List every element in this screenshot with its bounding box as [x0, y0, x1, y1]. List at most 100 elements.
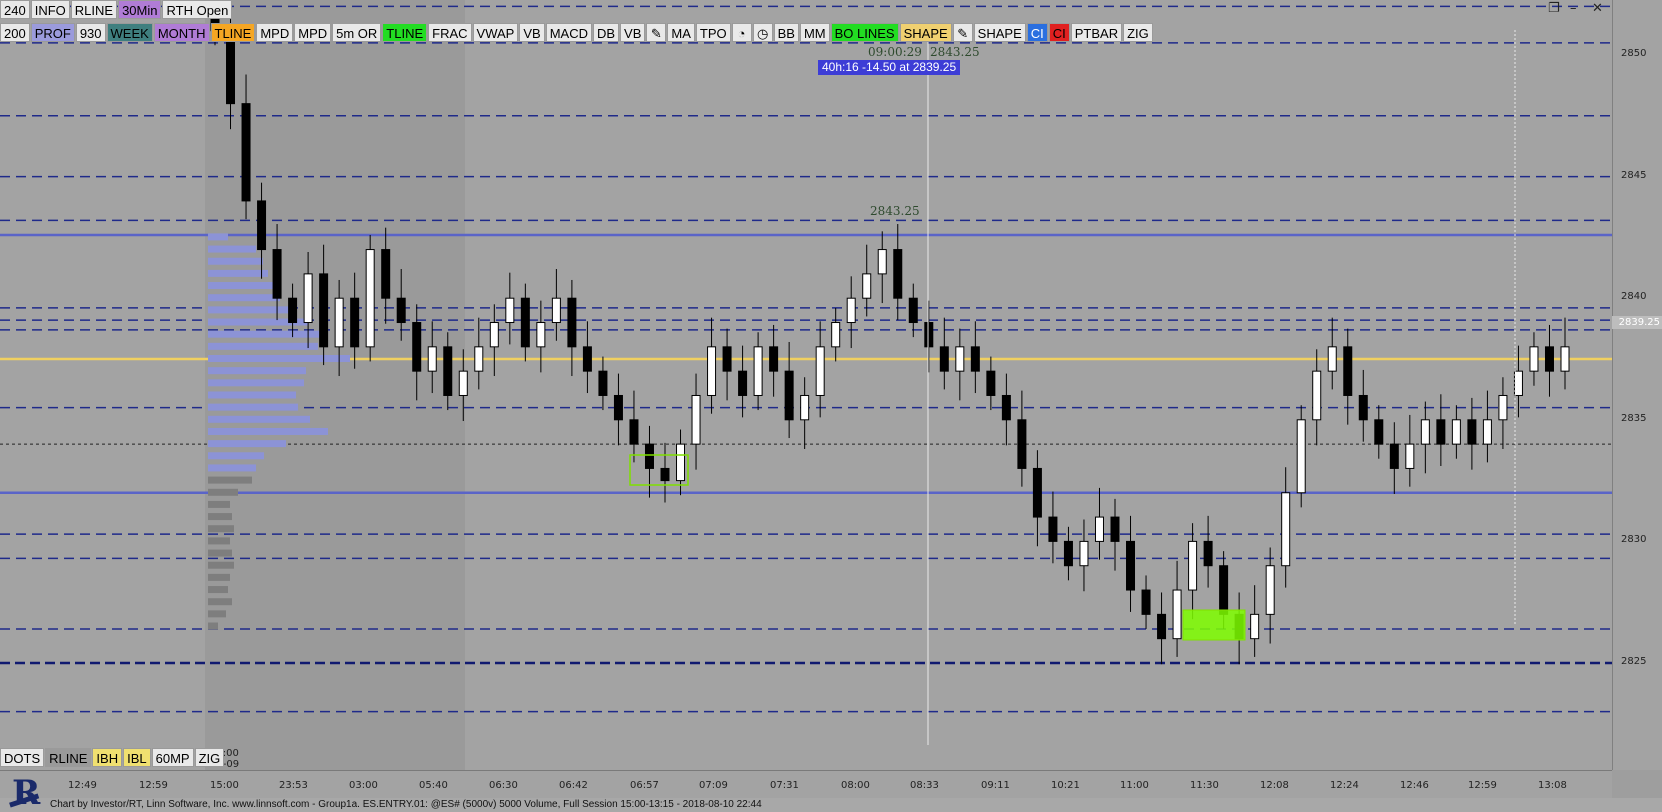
- study-ibh-button[interactable]: IBH: [92, 748, 123, 767]
- top-rline-button[interactable]: RLINE: [70, 0, 118, 19]
- tool-vb-button[interactable]: VB: [519, 23, 545, 42]
- candle-body: [443, 346, 453, 396]
- pencil-icon[interactable]: ✎: [952, 23, 973, 42]
- tool-tline-button[interactable]: TLINE: [382, 23, 428, 42]
- tool-month-button[interactable]: MONTH: [153, 23, 210, 42]
- tool-5m-or-button[interactable]: 5m OR: [332, 23, 382, 42]
- tool-prof-button[interactable]: PROF: [30, 23, 75, 42]
- time-tick-label: 12:49: [68, 780, 97, 791]
- price-tick-label: 2850: [1621, 48, 1647, 59]
- toolbar-bottom: DOTS RLINE IBH IBL 60MP ZIG: [0, 748, 225, 768]
- time-axis[interactable]: 12:49 12:59 15:00 23:53 03:00 05:40 06:30 06:42…: [0, 770, 1612, 799]
- time-tick-label: 09:11: [981, 780, 1010, 791]
- tool-tpo-button[interactable]: TPO: [695, 23, 731, 42]
- candle-body: [738, 370, 748, 396]
- candle-body: [381, 249, 391, 299]
- candle-body: [1172, 589, 1182, 640]
- profile-bar: [208, 257, 263, 265]
- chart-plot-area[interactable]: 09:00:29 2843.25 2843.25 40h:16 -14.50 a…: [0, 0, 1612, 770]
- restore-icon[interactable]: ❐: [1548, 1, 1560, 16]
- profile-bar: [208, 622, 218, 630]
- study-zig-button[interactable]: ZIG: [194, 748, 225, 767]
- tool-mm-button[interactable]: MM: [799, 23, 830, 42]
- footer-bar: Chart by Investor/RT, Linn Software, Inc…: [0, 798, 1662, 812]
- candle-body: [846, 297, 856, 324]
- tool-mpd-button[interactable]: MPD: [256, 23, 294, 42]
- time-tick-label: 06:57: [630, 780, 659, 791]
- profile-bar: [208, 610, 226, 618]
- circle-icon[interactable]: ◔: [731, 23, 752, 42]
- tool-ptbar-button[interactable]: PTBAR: [1070, 23, 1123, 42]
- tool-ci-button[interactable]: CI: [1048, 23, 1070, 42]
- top-240-button[interactable]: 240: [0, 0, 30, 19]
- tool-week-button[interactable]: WEEK: [106, 23, 153, 42]
- candle-body: [613, 394, 623, 421]
- time-tick-label: 15:00: [210, 780, 239, 791]
- tool-ma-button[interactable]: MA: [667, 23, 695, 42]
- candle-body: [1405, 443, 1415, 469]
- profile-bar: [208, 294, 280, 302]
- tool-bb-button[interactable]: BB: [773, 23, 799, 42]
- tool-vwap-button[interactable]: VWAP: [472, 23, 519, 42]
- candle-body: [1203, 540, 1213, 567]
- candle-body: [924, 322, 934, 348]
- minimize-icon[interactable]: –: [1570, 1, 1577, 16]
- close-icon[interactable]: ✕: [1592, 1, 1603, 16]
- toolbar-main: 200 PROF 930 WEEK MONTH TLINE MPD MPD 5m OR TLINE…: [0, 23, 1154, 43]
- candle-body: [877, 249, 887, 275]
- pencil-icon[interactable]: ✎: [646, 23, 667, 42]
- tool-db-button[interactable]: DB: [592, 23, 620, 42]
- study-dots-button[interactable]: DOTS: [0, 748, 45, 767]
- candle-body: [800, 394, 810, 421]
- tool-mpd-button[interactable]: MPD: [294, 23, 332, 42]
- profile-bar: [208, 233, 228, 241]
- study-rline-button[interactable]: RLINE: [45, 748, 92, 767]
- time-tick-label: 07:31: [770, 780, 799, 791]
- tool-shape-button[interactable]: SHAPE: [899, 23, 952, 42]
- price-tick-label: 2845: [1621, 169, 1647, 181]
- tool-macd-button[interactable]: MACD: [545, 23, 592, 42]
- study-60mp-button[interactable]: 60MP: [151, 748, 194, 767]
- tool-frac-button[interactable]: FRAC: [428, 23, 472, 42]
- profile-bar: [208, 403, 298, 411]
- clock-icon[interactable]: ◷: [752, 23, 773, 42]
- candle-body: [1032, 467, 1042, 518]
- time-tick-label: 12:46: [1400, 780, 1429, 791]
- tool-shape-button[interactable]: SHAPE: [973, 23, 1026, 42]
- tool-tline-button[interactable]: TLINE: [210, 23, 256, 42]
- study-ibl-button[interactable]: IBL: [123, 748, 151, 767]
- tool-200-button[interactable]: 200: [0, 23, 30, 42]
- profile-bar: [208, 415, 310, 423]
- candle-body: [1126, 540, 1136, 591]
- candle-body: [1389, 443, 1399, 469]
- tool-zig-button[interactable]: ZIG: [1123, 23, 1153, 42]
- candle-body: [288, 297, 298, 324]
- candle-body: [1296, 419, 1306, 494]
- candle-body: [676, 443, 686, 482]
- time-tick-label: 05:40: [419, 780, 448, 791]
- tool-vb-button[interactable]: VB: [620, 23, 646, 42]
- time-tick-label: 12:59: [139, 780, 168, 791]
- profile-bar: [208, 598, 232, 606]
- candle-body: [412, 322, 422, 372]
- candlestick-chart[interactable]: [0, 0, 1612, 770]
- toolbar-top: 240 INFO RLINE 30Min RTH Open: [0, 0, 233, 20]
- top-30min-button[interactable]: 30Min: [118, 0, 162, 19]
- price-tick-label: 2835: [1621, 412, 1647, 424]
- candle-body: [1157, 613, 1167, 640]
- top-info-button[interactable]: INFO: [30, 0, 70, 19]
- candle-body: [1560, 346, 1570, 372]
- candle-body: [319, 273, 329, 348]
- tool-ci-button[interactable]: CI: [1026, 23, 1048, 42]
- tool-bo-lines-button[interactable]: BO LINES: [830, 23, 899, 42]
- time-tick-label: 10:21: [1051, 780, 1080, 791]
- candle-body: [1017, 419, 1027, 469]
- candle-body: [1358, 394, 1368, 421]
- profile-bar: [208, 306, 296, 314]
- top-rth-open-button[interactable]: RTH Open: [162, 0, 233, 19]
- profile-bar: [208, 367, 306, 375]
- high-price-label: 2843.25: [870, 204, 920, 218]
- candle-body: [1063, 540, 1073, 567]
- tool-930-button[interactable]: 930: [75, 23, 106, 42]
- price-axis[interactable]: 2850 2845 2840 2835 2830 2825: [1612, 0, 1662, 770]
